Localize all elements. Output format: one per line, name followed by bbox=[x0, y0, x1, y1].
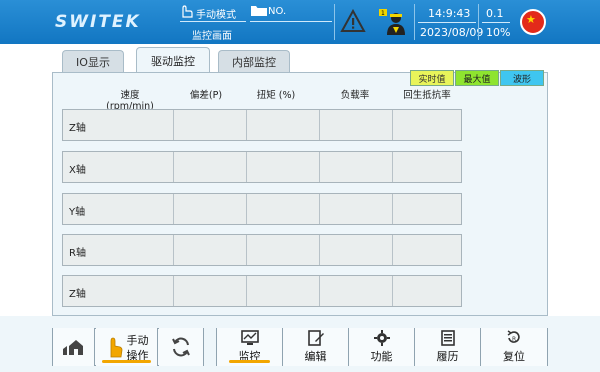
value-cell bbox=[247, 194, 320, 224]
reset-button[interactable]: R 复位 bbox=[481, 328, 547, 366]
program-underline bbox=[250, 21, 332, 22]
screen-label: 监控画面 bbox=[192, 31, 232, 42]
manual-operation-button[interactable]: 手动 操作 bbox=[96, 328, 158, 366]
function-button[interactable]: 功能 bbox=[349, 328, 415, 366]
function-label: 功能 bbox=[370, 350, 393, 363]
value-cell bbox=[63, 152, 174, 182]
realtime-button[interactable]: 实时值 bbox=[410, 70, 454, 86]
cycle-button[interactable] bbox=[159, 328, 203, 366]
edit-label: 编辑 bbox=[304, 350, 327, 363]
value-cell bbox=[320, 235, 393, 265]
value-cell bbox=[247, 235, 320, 265]
column-header-torque: 扭矩 (%) bbox=[256, 90, 296, 101]
home-button[interactable] bbox=[53, 328, 95, 366]
history-label: 履历 bbox=[436, 350, 459, 363]
value-cell bbox=[320, 194, 393, 224]
value-cell bbox=[174, 152, 247, 182]
axis-row-z2: Z轴 bbox=[62, 275, 462, 307]
max-value-button[interactable]: 最大值 bbox=[455, 70, 499, 86]
monitor-icon bbox=[240, 330, 259, 345]
axis-row-y: Y轴 bbox=[62, 193, 462, 225]
edit-icon bbox=[307, 330, 324, 346]
warning-icon[interactable] bbox=[340, 9, 366, 33]
history-icon bbox=[440, 330, 455, 346]
reset-label: 复位 bbox=[503, 350, 525, 363]
header-separator bbox=[414, 4, 415, 40]
svg-text:R: R bbox=[512, 336, 516, 343]
column-header-deviation: 偏差(P) bbox=[189, 90, 223, 101]
value-cell bbox=[63, 194, 174, 224]
waveform-button[interactable]: 波形 bbox=[500, 70, 544, 86]
value-cell bbox=[174, 276, 247, 306]
header-separator bbox=[478, 4, 479, 40]
axis-row-z: Z轴 bbox=[62, 109, 462, 141]
value-cell bbox=[63, 276, 174, 306]
gear-icon bbox=[373, 330, 390, 346]
mode-underline bbox=[180, 21, 246, 22]
axis-row-x: X轴 bbox=[62, 151, 462, 183]
value-cell bbox=[174, 110, 247, 140]
svg-text:1: 1 bbox=[381, 10, 385, 17]
value-cell bbox=[174, 194, 247, 224]
clock-time: 14:9:43 bbox=[428, 7, 471, 20]
value-cell bbox=[320, 276, 393, 306]
column-header-load-rate: 负载率 bbox=[340, 90, 370, 101]
increment-value: 0.1 bbox=[486, 7, 504, 20]
header-separator bbox=[334, 4, 335, 40]
language-flag-icon[interactable]: ★ bbox=[520, 9, 546, 35]
speed-percent: 10% bbox=[486, 26, 511, 39]
active-indicator bbox=[102, 360, 151, 363]
logo: SWITEK bbox=[55, 12, 141, 32]
manual-label-line1: 手动 bbox=[126, 334, 149, 347]
user-icon[interactable]: 1 bbox=[378, 7, 408, 37]
monitor-button[interactable]: 监控 bbox=[217, 328, 283, 366]
value-cell bbox=[320, 152, 393, 182]
reset-icon: R bbox=[507, 330, 520, 343]
refresh-icon bbox=[172, 337, 190, 357]
column-header-regen-rate: 回生抵抗率 bbox=[403, 90, 451, 101]
hand-mode-icon bbox=[182, 5, 193, 18]
hand-pointer-icon bbox=[110, 337, 122, 358]
folder-icon bbox=[251, 6, 267, 16]
value-cell bbox=[320, 110, 393, 140]
home-icon bbox=[62, 340, 83, 355]
value-cell bbox=[174, 235, 247, 265]
value-underline bbox=[482, 22, 510, 23]
value-cell bbox=[63, 110, 174, 140]
value-cell bbox=[247, 276, 320, 306]
axis-row-r: R轴 bbox=[62, 234, 462, 266]
value-cell bbox=[63, 235, 174, 265]
mode-label: 手动模式 bbox=[196, 10, 236, 21]
program-number: NO. bbox=[268, 6, 287, 17]
clock-date: 2023/08/09 bbox=[420, 26, 484, 39]
tab-io-display[interactable]: IO显示 bbox=[62, 50, 124, 72]
flag-star-icon: ★ bbox=[526, 13, 536, 26]
active-indicator bbox=[229, 360, 270, 363]
value-cell bbox=[247, 152, 320, 182]
tab-internal-monitor[interactable]: 内部监控 bbox=[218, 50, 290, 72]
time-underline bbox=[418, 22, 476, 23]
edit-button[interactable]: 编辑 bbox=[283, 328, 349, 366]
value-cell bbox=[247, 110, 320, 140]
header-bar: SWITEK 手动模式 监控画面 NO. 1 14:9:43 2023/08/0… bbox=[0, 0, 600, 44]
history-button[interactable]: 履历 bbox=[415, 328, 481, 366]
tab-drive-monitor[interactable]: 驱动监控 bbox=[136, 47, 210, 73]
